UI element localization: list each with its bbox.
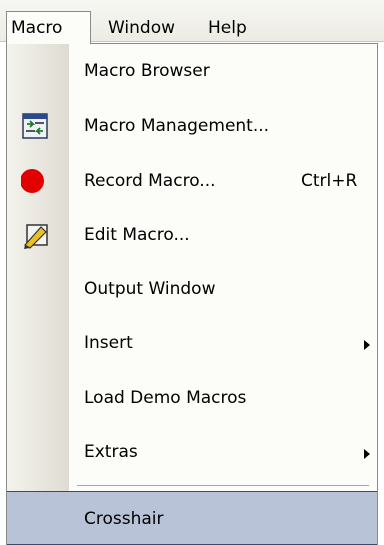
menu-item-insert[interactable]: Insert bbox=[7, 316, 377, 370]
menu-item-macro-browser[interactable]: Macro Browser bbox=[7, 44, 377, 98]
menu-separator bbox=[77, 485, 369, 486]
menu-item-record-macro[interactable]: Record Macro... Ctrl+R bbox=[7, 154, 377, 208]
record-icon bbox=[20, 167, 49, 195]
menu-macro[interactable]: Macro bbox=[6, 11, 91, 44]
menu-item-load-demo-macros[interactable]: Load Demo Macros bbox=[7, 371, 377, 425]
menu-item-macro-management[interactable]: Macro Management... bbox=[7, 99, 377, 153]
macro-management-icon bbox=[21, 112, 49, 140]
menu-item-label: Extras bbox=[84, 442, 138, 462]
menu-item-shortcut: Ctrl+R bbox=[301, 171, 358, 191]
menu-item-label: Insert bbox=[84, 333, 133, 353]
menu-item-extras[interactable]: Extras bbox=[7, 425, 377, 479]
macro-dropdown-menu: Macro Browser Macro Management... Record… bbox=[6, 43, 378, 545]
menu-item-label: Edit Macro... bbox=[84, 225, 190, 245]
menu-item-output-window[interactable]: Output Window bbox=[7, 262, 377, 316]
menu-item-label: Crosshair bbox=[84, 509, 164, 529]
menu-item-label: Load Demo Macros bbox=[84, 388, 247, 408]
menu-item-label: Macro Management... bbox=[84, 116, 270, 136]
menu-window[interactable]: Window bbox=[96, 12, 187, 44]
menu-item-crosshair[interactable]: Crosshair bbox=[7, 491, 377, 545]
submenu-arrow-icon bbox=[364, 449, 370, 459]
menu-item-label: Output Window bbox=[84, 279, 216, 299]
menu-item-label: Record Macro... bbox=[84, 171, 216, 191]
edit-pencil-icon bbox=[21, 221, 49, 249]
menu-item-edit-macro[interactable]: Edit Macro... bbox=[7, 208, 377, 262]
submenu-arrow-icon bbox=[364, 340, 370, 350]
menu-bar: Macro Window Help bbox=[0, 0, 384, 44]
menu-item-label: Macro Browser bbox=[84, 61, 210, 81]
menu-help[interactable]: Help bbox=[196, 12, 259, 44]
